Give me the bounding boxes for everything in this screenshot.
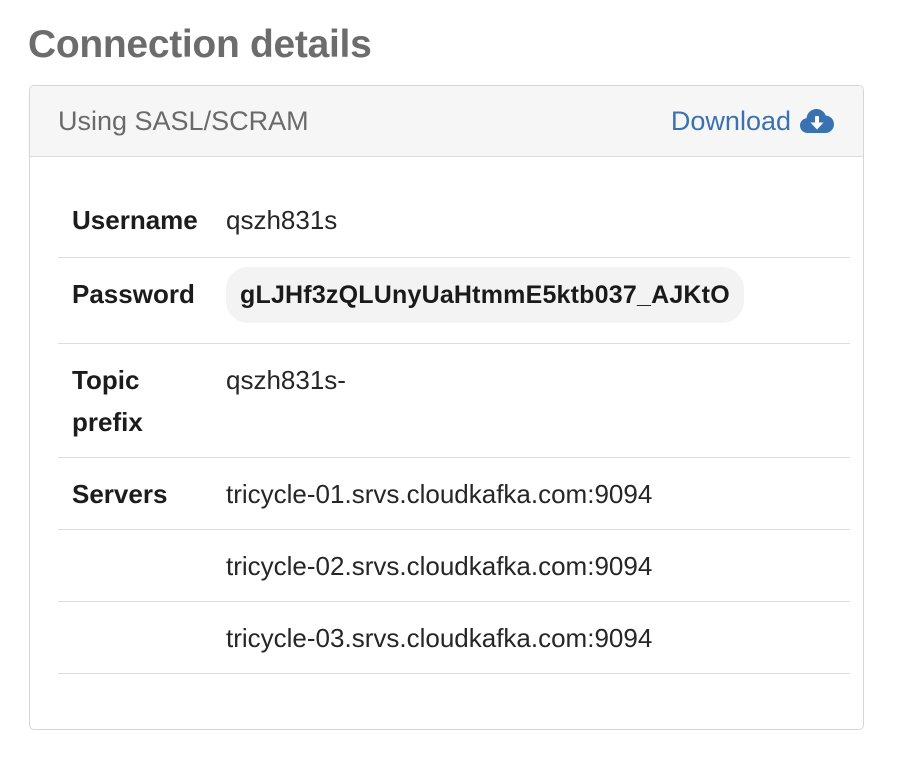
topic-prefix-label: Topic prefix bbox=[58, 343, 226, 458]
download-link[interactable]: Download bbox=[671, 106, 835, 137]
password-label: Password bbox=[58, 257, 226, 344]
cloud-download-icon bbox=[799, 107, 835, 135]
connection-details-table: Username qszh831s Password gLJHf3zQLUnyU… bbox=[58, 185, 850, 674]
card-body: Username qszh831s Password gLJHf3zQLUnyU… bbox=[30, 157, 863, 674]
server-value[interactable]: tricycle-02.srvs.cloudkafka.com:9094 bbox=[226, 529, 850, 602]
connection-details-card: Using SASL/SCRAM Download Username qszh8… bbox=[29, 85, 864, 730]
table-row-server: Servers tricycle-01.srvs.cloudkafka.com:… bbox=[58, 457, 850, 530]
auth-method-label: Using SASL/SCRAM bbox=[58, 105, 309, 136]
servers-label-empty bbox=[58, 601, 226, 674]
table-row-server: tricycle-03.srvs.cloudkafka.com:9094 bbox=[58, 601, 850, 674]
servers-label-empty bbox=[58, 529, 226, 602]
username-label: Username bbox=[58, 185, 226, 258]
table-row-password: Password gLJHf3zQLUnyUaHtmmE5ktb037_AJKt… bbox=[58, 257, 850, 344]
table-row-topic-prefix: Topic prefix qszh831s- bbox=[58, 343, 850, 458]
download-label: Download bbox=[670, 105, 791, 136]
topic-prefix-label-line2: prefix bbox=[72, 406, 143, 437]
table-row-username: Username qszh831s bbox=[58, 185, 850, 258]
username-value[interactable]: qszh831s bbox=[226, 185, 850, 258]
password-value[interactable]: gLJHf3zQLUnyUaHtmmE5ktb037_AJKtO bbox=[226, 266, 744, 323]
topic-prefix-value[interactable]: qszh831s- bbox=[226, 343, 850, 458]
card-header: Using SASL/SCRAM Download bbox=[30, 86, 863, 157]
page-title: Connection details bbox=[28, 23, 372, 66]
servers-label: Servers bbox=[58, 457, 226, 530]
server-value[interactable]: tricycle-01.srvs.cloudkafka.com:9094 bbox=[226, 457, 850, 530]
table-row-server: tricycle-02.srvs.cloudkafka.com:9094 bbox=[58, 529, 850, 602]
server-value[interactable]: tricycle-03.srvs.cloudkafka.com:9094 bbox=[226, 601, 850, 674]
topic-prefix-label-line1: Topic bbox=[72, 364, 140, 395]
